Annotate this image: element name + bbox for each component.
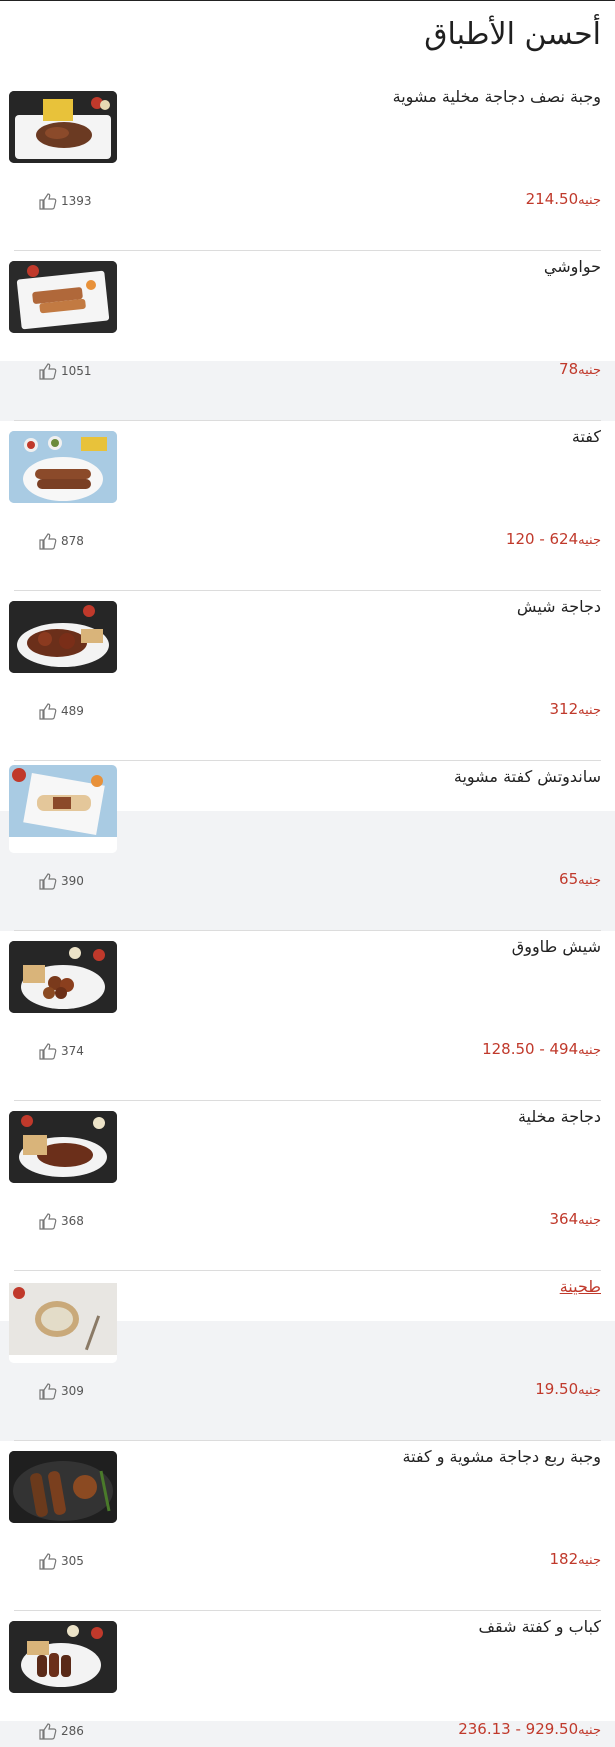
dish-item[interactable]: ساندوتش كفتة مشوية 65 جنيه 390 <box>0 761 615 931</box>
best-dishes-page: أحسن الأطباق وجبة نصف دجاجة مخلية مشوية … <box>0 1 615 1747</box>
dish-name[interactable]: دجاجة شيش <box>517 597 601 616</box>
dish-price: 364 جنيه <box>549 1210 602 1228</box>
dish-price: 19.50 جنيه <box>535 1380 601 1398</box>
dish-list: وجبة نصف دجاجة مخلية مشوية 214.50 جنيه 13… <box>0 81 615 1747</box>
dish-price: 312 جنيه <box>549 700 602 718</box>
likes-count: 489 <box>61 704 84 718</box>
likes-count: 878 <box>61 534 84 548</box>
dish-image[interactable] <box>9 1451 117 1523</box>
thumbs-up-icon <box>39 1723 57 1740</box>
dish-name[interactable]: وجبة ربع دجاجة مشوية و كفتة <box>403 1447 602 1466</box>
dish-price: 236.13 - 929.50 جنيه <box>458 1720 601 1738</box>
dish-name[interactable]: وجبة نصف دجاجة مخلية مشوية <box>393 87 601 106</box>
page-title: أحسن الأطباق <box>424 17 601 52</box>
likes-count: 309 <box>61 1384 84 1398</box>
thumbs-up-icon <box>39 1383 57 1400</box>
dish-image[interactable] <box>9 261 117 333</box>
thumbs-up-icon <box>39 1553 57 1570</box>
thumbs-up-icon <box>39 1213 57 1230</box>
likes-counter[interactable]: 1051 <box>38 362 92 380</box>
likes-counter[interactable]: 286 <box>38 1722 84 1740</box>
likes-counter[interactable]: 390 <box>38 872 84 890</box>
likes-counter[interactable]: 1393 <box>38 192 92 210</box>
likes-count: 286 <box>61 1724 84 1738</box>
dish-name[interactable]: كباب و كفتة شقف <box>478 1617 601 1636</box>
dish-image[interactable] <box>9 1275 117 1363</box>
dish-image[interactable] <box>9 765 117 853</box>
thumbs-up-icon <box>39 363 57 380</box>
dish-item[interactable]: وجبة نصف دجاجة مخلية مشوية 214.50 جنيه 13… <box>0 81 615 251</box>
dish-item[interactable]: كفتة 120 - 624 جنيه 878 <box>0 421 615 591</box>
likes-counter[interactable]: 309 <box>38 1382 84 1400</box>
dish-price: 65 جنيه <box>559 870 601 888</box>
dish-item[interactable]: كباب و كفتة شقف 236.13 - 929.50 جنيه 286 <box>0 1611 615 1747</box>
dish-item[interactable]: دجاجة مخلية 364 جنيه 368 <box>0 1101 615 1271</box>
dish-item[interactable]: طحينة 19.50 جنيه 309 <box>0 1271 615 1441</box>
dish-name[interactable]: كفتة <box>572 427 601 446</box>
thumbs-up-icon <box>39 703 57 720</box>
likes-count: 1393 <box>61 194 92 208</box>
dish-image[interactable] <box>9 431 117 503</box>
likes-counter[interactable]: 368 <box>38 1212 84 1230</box>
dish-name[interactable]: ساندوتش كفتة مشوية <box>454 767 601 786</box>
likes-counter[interactable]: 305 <box>38 1552 84 1570</box>
dish-price: 182 جنيه <box>549 1550 602 1568</box>
dish-price: 78 جنيه <box>559 360 601 378</box>
dish-name[interactable]: شيش طاووق <box>512 937 601 956</box>
likes-count: 1051 <box>61 364 92 378</box>
likes-counter[interactable]: 489 <box>38 702 84 720</box>
thumbs-up-icon <box>39 873 57 890</box>
dish-image[interactable] <box>9 1111 117 1183</box>
likes-count: 374 <box>61 1044 84 1058</box>
dish-item[interactable]: دجاجة شيش 312 جنيه 489 <box>0 591 615 761</box>
thumbs-up-icon <box>39 193 57 210</box>
dish-name[interactable]: طحينة <box>560 1277 601 1296</box>
dish-item[interactable]: حواوشي 78 جنيه 1051 <box>0 251 615 421</box>
dish-name[interactable]: دجاجة مخلية <box>518 1107 601 1126</box>
dish-item[interactable]: وجبة ربع دجاجة مشوية و كفتة 182 جنيه 305 <box>0 1441 615 1611</box>
dish-image[interactable] <box>9 91 117 163</box>
dish-price: 128.50 - 494 جنيه <box>482 1040 601 1058</box>
dish-price: 120 - 624 جنيه <box>505 530 601 548</box>
dish-image[interactable] <box>9 601 117 673</box>
dish-name[interactable]: حواوشي <box>544 257 601 276</box>
likes-counter[interactable]: 374 <box>38 1042 84 1060</box>
thumbs-up-icon <box>39 533 57 550</box>
dish-image[interactable] <box>9 1621 117 1693</box>
thumbs-up-icon <box>39 1043 57 1060</box>
likes-counter[interactable]: 878 <box>38 532 84 550</box>
dish-price: 214.50 جنيه <box>525 190 601 208</box>
dish-item[interactable]: شيش طاووق 128.50 - 494 جنيه 374 <box>0 931 615 1101</box>
likes-count: 368 <box>61 1214 84 1228</box>
likes-count: 390 <box>61 874 84 888</box>
likes-count: 305 <box>61 1554 84 1568</box>
dish-image[interactable] <box>9 941 117 1013</box>
